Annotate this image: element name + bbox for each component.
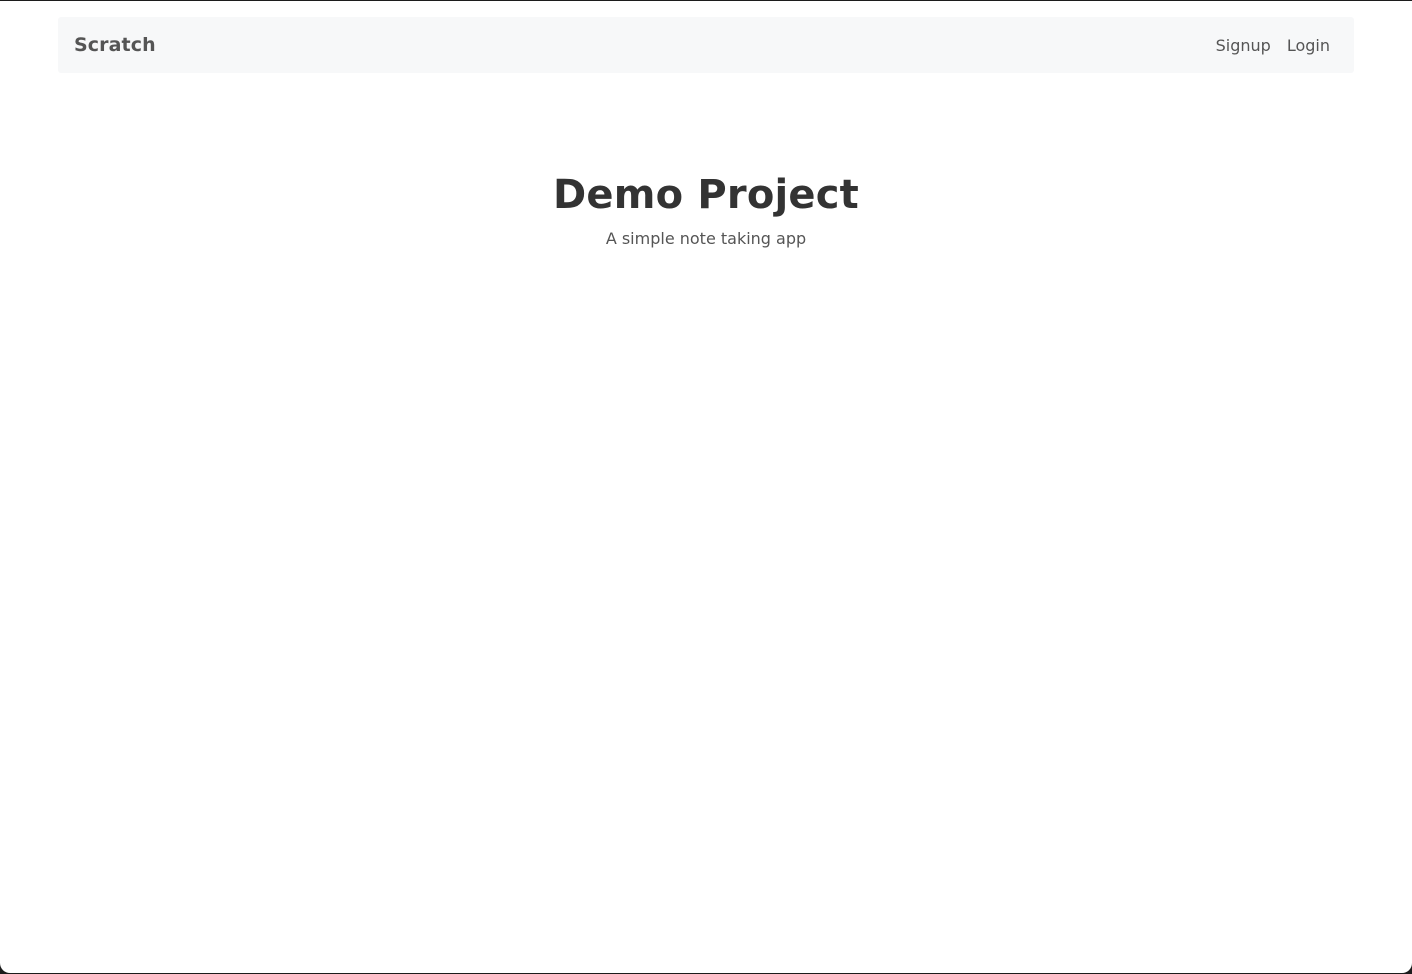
page-title: Demo Project [552,172,859,218]
page-subtitle: A simple note taking app [605,229,807,248]
nav-links: Signup Login [1216,36,1330,55]
signup-link[interactable]: Signup [1216,36,1271,55]
landing-hero: Demo Project A simple note taking app [0,169,1412,249]
login-link[interactable]: Login [1287,36,1330,55]
top-navbar: Scratch Signup Login [58,17,1354,73]
app-window: Scratch Signup Login Demo Project A simp… [0,1,1412,973]
brand-link[interactable]: Scratch [74,34,156,56]
